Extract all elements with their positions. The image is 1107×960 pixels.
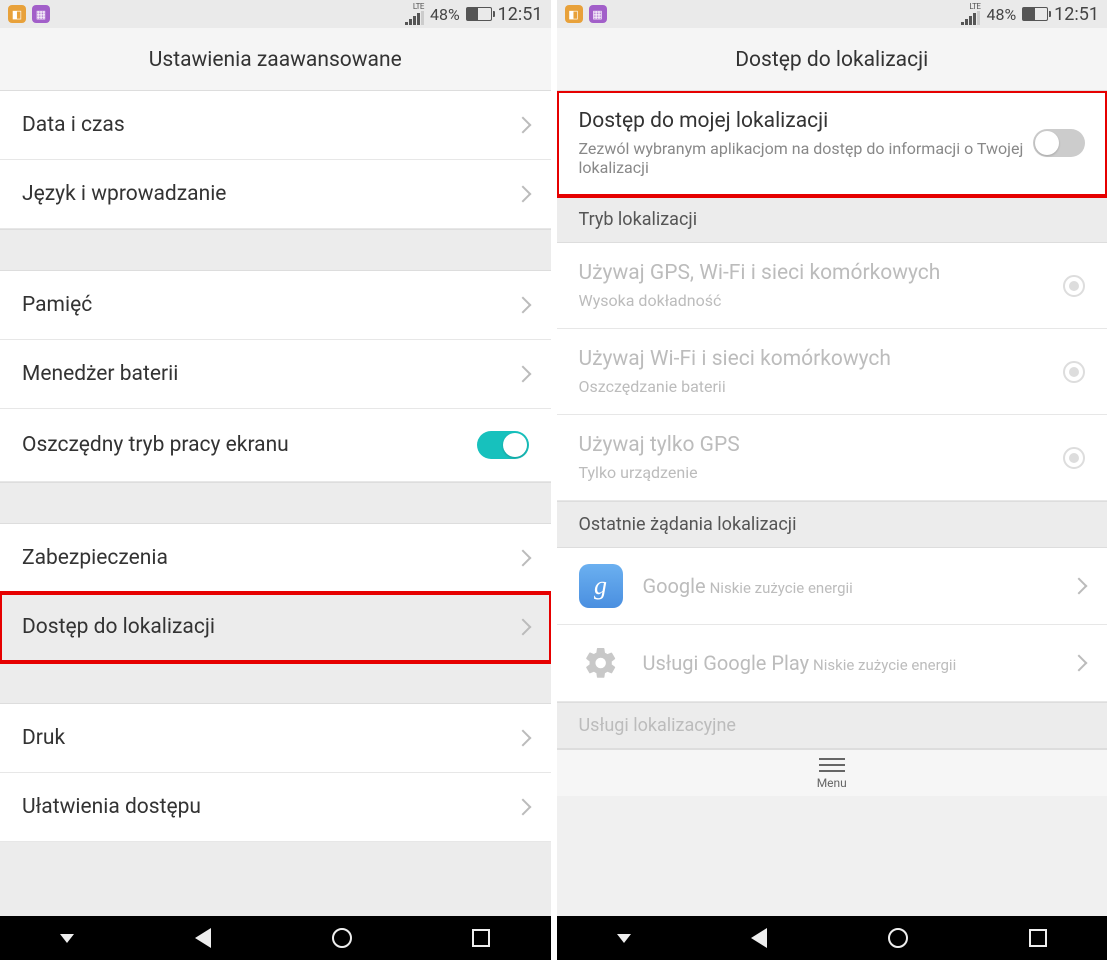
battery-percent: 48% bbox=[986, 5, 1016, 24]
row-location-access[interactable]: Dostęp do lokalizacji bbox=[0, 593, 551, 662]
nav-home-button[interactable] bbox=[332, 928, 352, 948]
toggle-eco-screen[interactable] bbox=[477, 431, 529, 459]
row-label: Pamięć bbox=[22, 293, 517, 317]
app-name: Google bbox=[643, 574, 706, 598]
statusbar-app-icon: ◧ bbox=[565, 5, 583, 23]
phone-right: ◧ ▦ LTE 48% 12:51 Dostęp do lokalizacji … bbox=[551, 0, 1107, 960]
nav-expand-button[interactable] bbox=[60, 934, 74, 943]
row-label: Używaj GPS, Wi-Fi i sieci komórkowych bbox=[579, 261, 1064, 285]
gear-icon bbox=[579, 641, 623, 685]
section-divider bbox=[0, 662, 551, 704]
signal-icon bbox=[961, 11, 980, 25]
chevron-right-icon bbox=[1071, 578, 1088, 595]
statusbar-app-icon: ▦ bbox=[589, 5, 607, 23]
nav-back-button[interactable] bbox=[195, 928, 211, 948]
row-print[interactable]: Druk bbox=[0, 704, 551, 773]
section-divider bbox=[0, 482, 551, 524]
row-label: Używaj Wi-Fi i sieci komórkowych bbox=[579, 347, 1064, 371]
chevron-right-icon bbox=[514, 186, 531, 203]
menu-bar[interactable]: Menu bbox=[557, 749, 1107, 796]
row-app-play-services[interactable]: Usługi Google Play Niskie zużycie energi… bbox=[557, 625, 1107, 702]
section-header-recent-requests: Ostatnie żądania lokalizacji bbox=[557, 501, 1107, 548]
row-label: Zabezpieczenia bbox=[22, 546, 517, 570]
clock: 12:51 bbox=[498, 4, 543, 25]
nav-recent-button[interactable] bbox=[472, 929, 490, 947]
row-subtitle: Tylko urządzenie bbox=[579, 463, 1064, 482]
row-eco-screen[interactable]: Oszczędny tryb pracy ekranu bbox=[0, 409, 551, 482]
radio-icon[interactable] bbox=[1063, 447, 1085, 469]
chevron-right-icon bbox=[514, 117, 531, 134]
row-accessibility[interactable]: Ułatwienia dostępu bbox=[0, 773, 551, 842]
section-header-location-services: Usługi lokalizacyjne bbox=[557, 702, 1107, 749]
clock: 12:51 bbox=[1054, 4, 1099, 25]
lte-indicator: LTE bbox=[413, 3, 424, 11]
statusbar-app-icon: ◧ bbox=[8, 5, 26, 23]
section-header-location-mode: Tryb lokalizacji bbox=[557, 196, 1107, 243]
radio-icon[interactable] bbox=[1063, 361, 1085, 383]
row-label: Język i wprowadzanie bbox=[22, 182, 517, 206]
row-memory[interactable]: Pamięć bbox=[0, 271, 551, 340]
section-divider bbox=[0, 229, 551, 271]
row-label: Ułatwienia dostępu bbox=[22, 795, 517, 819]
row-label: Dostęp do mojej lokalizacji bbox=[579, 109, 1034, 133]
row-mode-gps-wifi-cell[interactable]: Używaj GPS, Wi-Fi i sieci komórkowych Wy… bbox=[557, 243, 1107, 329]
row-language-input[interactable]: Język i wprowadzanie bbox=[0, 160, 551, 229]
row-label: Druk bbox=[22, 726, 517, 750]
app-subtitle: Niskie zużycie energii bbox=[710, 579, 853, 597]
row-label: Oszczędny tryb pracy ekranu bbox=[22, 433, 477, 457]
menu-label: Menu bbox=[817, 776, 847, 790]
row-subtitle: Zezwól wybranym aplikacjom na dostęp do … bbox=[579, 139, 1034, 177]
row-subtitle: Wysoka dokładność bbox=[579, 291, 1064, 310]
row-my-location-access[interactable]: Dostęp do mojej lokalizacji Zezwól wybra… bbox=[557, 91, 1107, 196]
chevron-right-icon bbox=[1071, 655, 1088, 672]
google-icon: g bbox=[579, 564, 623, 608]
chevron-right-icon bbox=[514, 730, 531, 747]
radio-icon[interactable] bbox=[1063, 275, 1085, 297]
row-date-time[interactable]: Data i czas bbox=[0, 91, 551, 160]
toggle-my-location[interactable] bbox=[1033, 129, 1085, 157]
row-mode-wifi-cell[interactable]: Używaj Wi-Fi i sieci komórkowych Oszczęd… bbox=[557, 329, 1107, 415]
android-nav-bar bbox=[0, 916, 551, 960]
page-title: Dostęp do lokalizacji bbox=[557, 28, 1107, 91]
phone-left: ◧ ▦ LTE 48% 12:51 Ustawienia zaawansowan… bbox=[0, 0, 551, 960]
row-label: Dostęp do lokalizacji bbox=[22, 615, 517, 639]
android-nav-bar bbox=[557, 916, 1107, 960]
chevron-right-icon bbox=[514, 550, 531, 567]
row-security[interactable]: Zabezpieczenia bbox=[0, 524, 551, 593]
status-bar: ◧ ▦ LTE 48% 12:51 bbox=[0, 0, 551, 28]
battery-icon bbox=[466, 7, 492, 21]
row-label: Data i czas bbox=[22, 113, 517, 137]
row-app-google[interactable]: g Google Niskie zużycie energii bbox=[557, 548, 1107, 625]
nav-back-button[interactable] bbox=[751, 928, 767, 948]
lte-indicator: LTE bbox=[969, 3, 980, 11]
nav-expand-button[interactable] bbox=[617, 934, 631, 943]
chevron-right-icon bbox=[514, 799, 531, 816]
signal-icon bbox=[405, 11, 424, 25]
chevron-right-icon bbox=[514, 619, 531, 636]
hamburger-icon bbox=[819, 758, 845, 772]
status-bar: ◧ ▦ LTE 48% 12:51 bbox=[557, 0, 1107, 28]
row-subtitle: Oszczędzanie baterii bbox=[579, 377, 1064, 396]
nav-recent-button[interactable] bbox=[1029, 929, 1047, 947]
row-battery-manager[interactable]: Menedżer baterii bbox=[0, 340, 551, 409]
statusbar-app-icon: ▦ bbox=[32, 5, 50, 23]
row-label: Menedżer baterii bbox=[22, 362, 517, 386]
battery-percent: 48% bbox=[430, 5, 460, 24]
chevron-right-icon bbox=[514, 297, 531, 314]
battery-icon bbox=[1022, 7, 1048, 21]
app-subtitle: Niskie zużycie energii bbox=[813, 656, 956, 674]
row-mode-gps-only[interactable]: Używaj tylko GPS Tylko urządzenie bbox=[557, 415, 1107, 501]
page-title: Ustawienia zaawansowane bbox=[0, 28, 551, 91]
chevron-right-icon bbox=[514, 366, 531, 383]
row-label: Używaj tylko GPS bbox=[579, 433, 1064, 457]
nav-home-button[interactable] bbox=[888, 928, 908, 948]
app-name: Usługi Google Play bbox=[643, 651, 810, 675]
